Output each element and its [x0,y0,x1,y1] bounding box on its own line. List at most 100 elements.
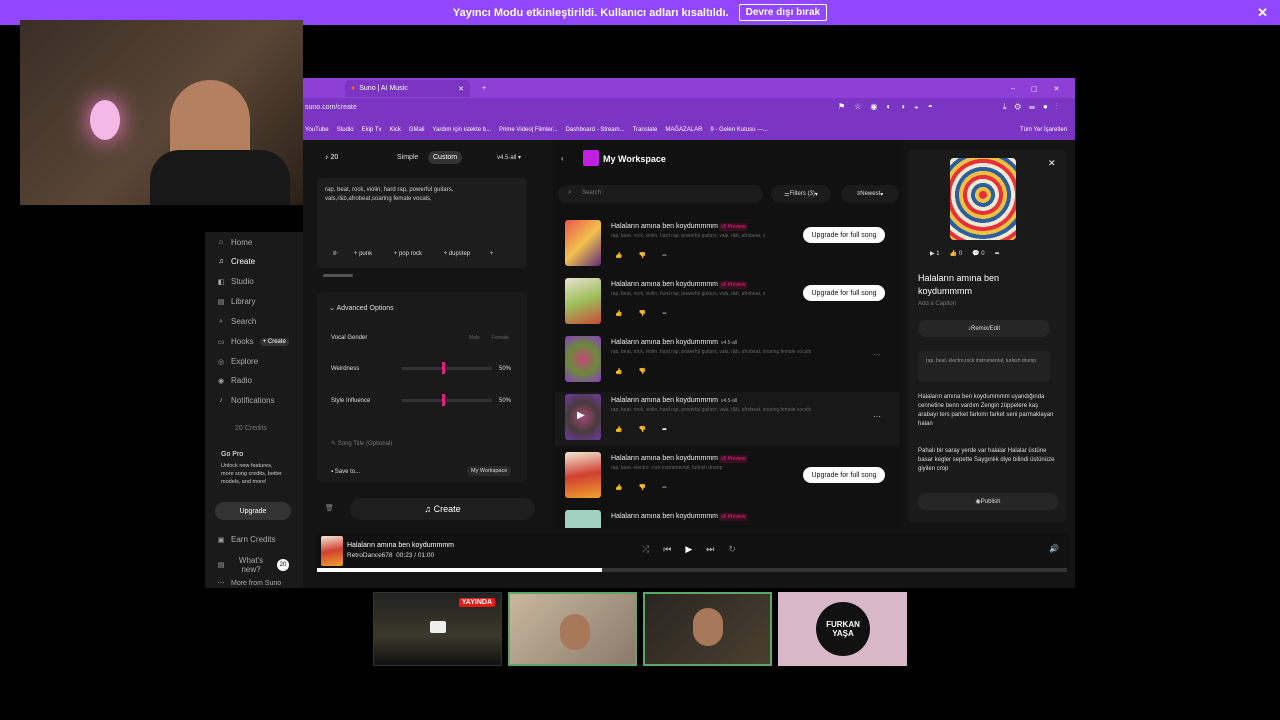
share-icon[interactable]: ➦ [662,484,667,491]
upgrade-song-button[interactable]: Upgrade for full song [803,467,885,483]
shuffle-icon[interactable]: ⤮ [642,544,649,555]
male-option[interactable]: Male [469,335,480,341]
volume-icon[interactable]: 🔊 [1049,544,1059,553]
version-select[interactable]: v4.5-all ▾ [497,154,521,161]
whats-new[interactable]: ▤ What's new? 20 [217,556,289,574]
bookmark[interactable]: MAĞAZALAR [665,127,702,133]
slider-handle[interactable] [442,394,445,406]
dislike-icon[interactable]: 👎 [638,368,645,375]
player-artist[interactable]: RetroDance678 [347,552,393,559]
share-icon[interactable]: ➦ [662,426,667,433]
style-slider[interactable] [402,394,492,406]
slider-handle[interactable] [442,362,445,374]
chip[interactable]: + pop rock [394,251,422,257]
dislike-icon[interactable]: 👎 [638,252,645,259]
maximize-icon[interactable]: ▢ [1031,85,1038,93]
sidebar-item-studio[interactable]: ◧ Studio [217,277,254,286]
extension-icons[interactable]: ⚑☆◉◐◑◒◓ [838,102,942,111]
like-count[interactable]: 👍 0 [950,250,962,257]
sort-button[interactable]: ≡ Newest ▾ [841,185,899,203]
play-count[interactable]: ▶ 1 [930,250,940,257]
back-icon[interactable]: ‹ [561,154,564,163]
participant-tile[interactable]: FURKAN YAŞA [778,592,907,666]
chips-scrollbar[interactable] [323,274,353,277]
like-icon[interactable]: 👍 [615,426,622,433]
bookmark[interactable]: YouTube [305,127,329,133]
song-title[interactable]: Halaların amına ben koydummmm [611,339,718,346]
bookmark[interactable]: 9 - Gelen Kutusu —... [710,127,768,133]
song-thumbnail[interactable] [565,220,601,266]
screen-share-tile[interactable]: YAYINDA [373,592,502,666]
share-icon[interactable]: ➦ [662,310,667,317]
filters-button[interactable]: ⚌ Filters (3) ▾ [771,185,831,203]
sidebar-item-library[interactable]: ▤ Library [217,297,256,306]
previous-icon[interactable]: ⏮ [663,544,671,555]
more-icon[interactable]: ⋯ [873,350,881,359]
bookmark[interactable]: Yardım için istekte b... [433,127,492,133]
progress-bar[interactable] [317,568,1067,572]
save-to[interactable]: ▪ Save to... [331,469,360,475]
dislike-icon[interactable]: 👎 [638,310,645,317]
next-icon[interactable]: ⏭ [706,544,714,555]
dislike-icon[interactable]: 👎 [638,426,645,433]
share-icon[interactable]: ➦ [662,252,667,259]
window-close-icon[interactable]: ✕ [1054,85,1060,93]
sidebar-item-home[interactable]: ⌂ Home [217,238,252,247]
url-field[interactable]: suno.com/create [305,104,357,111]
player-thumbnail[interactable] [321,536,343,566]
song-thumbnail[interactable] [565,452,601,498]
upgrade-button[interactable]: Upgrade [215,502,291,520]
song-row[interactable]: Halaların amına ben koydummmm v5 Preview [555,508,900,528]
chip[interactable]: + punk [354,251,372,257]
song-title[interactable]: Halaların amına ben koydummmm [611,513,718,520]
sidebar-item-hooks[interactable]: ▭ Hooks + Create [217,337,289,346]
tab-simple[interactable]: Simple [397,154,418,161]
remix-button[interactable]: ♪ Remix/Edit [918,320,1050,337]
workspace-select[interactable]: My Workspace [467,466,512,476]
song-title-input[interactable]: ✎ Song Title (Optional) [331,440,392,447]
bookmark[interactable]: Kick [390,127,401,133]
browser-tab[interactable]: ● Suno | AI Music ✕ [345,80,470,97]
search-input[interactable]: ⌕ Search [558,185,763,203]
upgrade-song-button[interactable]: Upgrade for full song [803,227,885,243]
chips-icon[interactable]: ⊪ [333,251,338,257]
song-title[interactable]: Halaların amına ben koydummmm [611,455,718,462]
weirdness-slider[interactable] [402,362,492,374]
song-row[interactable]: ▶ Halaların amına ben koydummmm v4.5-all… [555,392,900,446]
toolbar-icons[interactable]: ⤓⚙☰●⋮ [1003,102,1066,112]
more-icon[interactable]: ⋯ [873,412,881,421]
upgrade-song-button[interactable]: Upgrade for full song [803,285,885,301]
sidebar-item-explore[interactable]: ◎ Explore [217,357,258,366]
new-tab-icon[interactable]: + [476,80,492,97]
song-title[interactable]: Halaların amına ben koydummmm [611,223,718,230]
comment-count[interactable]: 💬 0 [972,250,984,257]
like-icon[interactable]: 👍 [615,310,622,317]
song-thumbnail[interactable] [565,336,601,382]
song-thumbnail[interactable] [565,510,601,528]
advanced-toggle[interactable]: ⌄ Advanced Options [329,304,394,312]
share-icon[interactable]: ➦ [995,250,1000,257]
tab-close-icon[interactable]: ✕ [458,85,464,93]
song-title[interactable]: Halaların amına ben koydummmm [611,397,718,404]
hooks-create-button[interactable]: + Create [259,337,289,346]
song-row[interactable]: Halaların amına ben koydummmm v5 Preview… [555,450,900,504]
player-title[interactable]: Halaların amına ben koydummmm [347,542,454,549]
repeat-icon[interactable]: ↻ [728,544,736,555]
earn-credits[interactable]: ▣ Earn Credits [217,535,276,544]
female-option[interactable]: Female [492,335,509,341]
sidebar-item-create[interactable]: ♫ Create [217,257,255,266]
play-icon[interactable]: ▶ [577,410,585,421]
sidebar-item-radio[interactable]: ◉ Radio [217,376,252,385]
bookmark[interactable]: GMail [409,127,425,133]
trash-icon[interactable]: 🗑 [325,504,334,512]
sidebar-item-notifications[interactable]: ♪ Notifications [217,396,274,405]
song-thumbnail[interactable] [565,278,601,324]
bookmark[interactable]: Prime Video| Filmler... [499,127,557,133]
bookmark[interactable]: Dashboard - Stream... [566,127,625,133]
song-row[interactable]: Halaların amına ben koydummmm v5 Preview… [555,276,900,330]
disable-button[interactable]: Devre dışı bırak [738,4,828,21]
publish-button[interactable]: ◉ Publish [918,493,1058,510]
participant-tile[interactable] [643,592,772,666]
style-text[interactable]: rap, beat, rock, violin, hard rap, power… [325,186,485,204]
chip[interactable]: + dupstep [444,251,471,257]
